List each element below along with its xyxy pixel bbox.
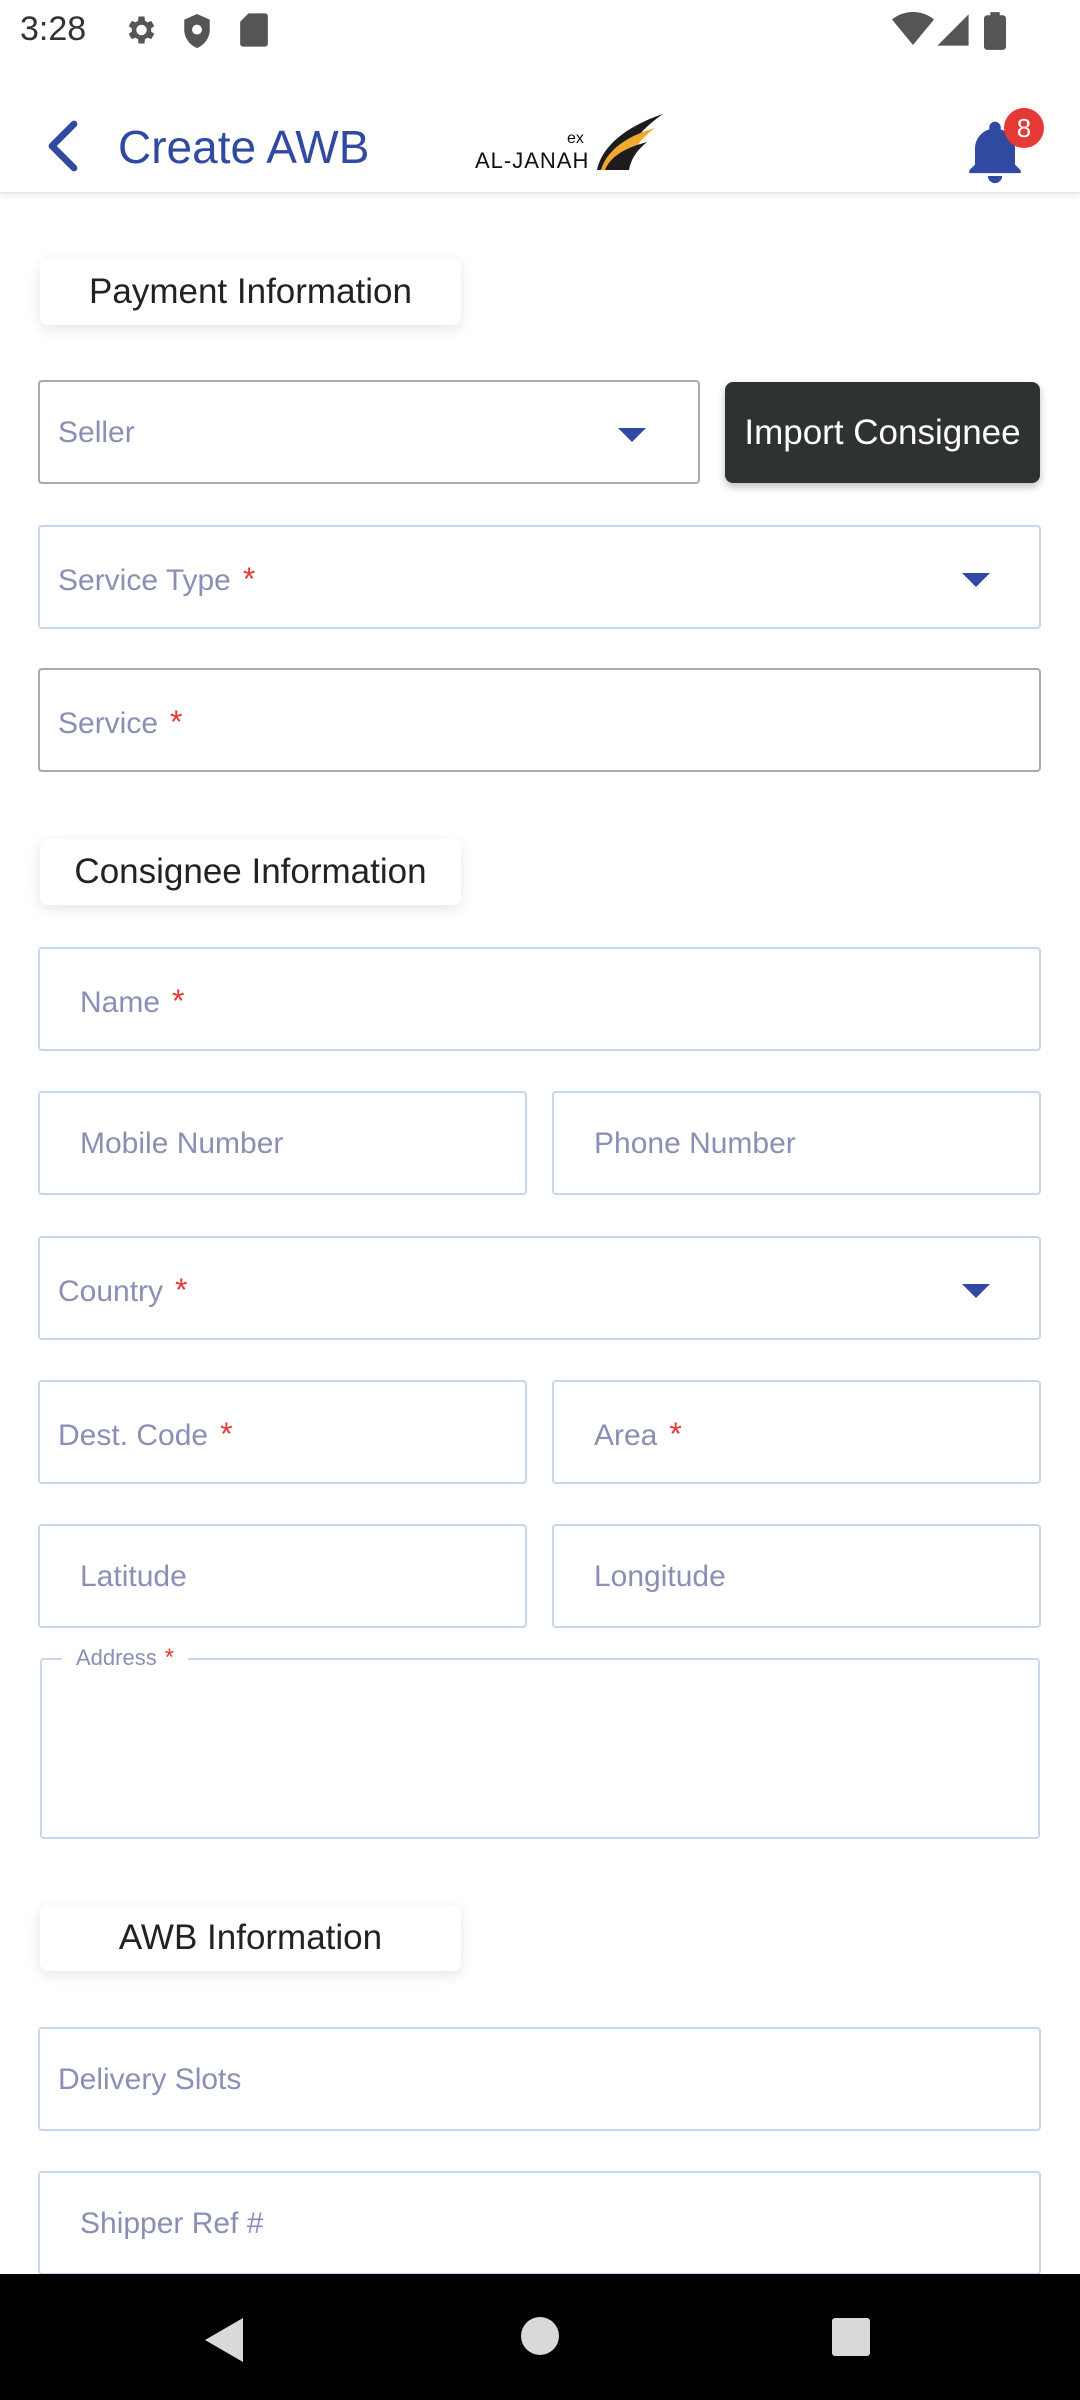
consignee-information-header: Consignee Information xyxy=(40,839,461,905)
shipper-ref-input[interactable]: Shipper Ref # xyxy=(38,2171,1041,2275)
country-label: Country xyxy=(58,1275,164,1308)
delivery-slots-label: Delivery Slots xyxy=(58,2063,242,2096)
chevron-down-icon xyxy=(962,1284,990,1298)
import-consignee-button[interactable]: Import Consignee xyxy=(725,382,1040,483)
status-bar: 3:28 xyxy=(0,0,1080,64)
seller-label: Seller xyxy=(58,416,135,449)
phone-number-input[interactable]: Phone Number xyxy=(552,1091,1041,1195)
wifi-icon xyxy=(892,12,934,45)
phone-number-label: Phone Number xyxy=(594,1127,796,1160)
longitude-label: Longitude xyxy=(594,1560,726,1593)
dest-code-input[interactable]: Dest. Code * xyxy=(38,1380,527,1484)
mobile-number-label: Mobile Number xyxy=(80,1127,284,1160)
notification-count-badge: 8 xyxy=(1004,108,1044,148)
battery-icon xyxy=(984,12,1006,50)
address-textarea[interactable]: Address * xyxy=(40,1644,1040,1839)
service-type-dropdown[interactable]: Service Type * xyxy=(38,525,1041,629)
required-asterisk: * xyxy=(669,1416,682,1452)
system-navigation-bar xyxy=(0,2274,1080,2400)
nav-back-icon[interactable] xyxy=(205,2318,243,2362)
sd-card-icon xyxy=(240,13,268,47)
status-time: 3:28 xyxy=(20,10,87,48)
service-field[interactable]: Service * xyxy=(38,668,1041,772)
latitude-label: Latitude xyxy=(80,1560,187,1593)
required-asterisk: * xyxy=(164,1644,175,1671)
page-title: Create AWB xyxy=(118,121,370,173)
nav-recents-icon[interactable] xyxy=(832,2318,870,2356)
seller-dropdown[interactable]: Seller xyxy=(38,380,700,484)
country-dropdown[interactable]: Country * xyxy=(38,1236,1041,1340)
required-asterisk: * xyxy=(220,1416,233,1452)
name-label: Name xyxy=(80,986,161,1019)
back-arrow-icon[interactable] xyxy=(40,118,88,174)
required-asterisk: * xyxy=(170,704,183,740)
dest-code-label: Dest. Code xyxy=(58,1419,209,1452)
delivery-slots-dropdown[interactable]: Delivery Slots xyxy=(38,2027,1041,2131)
awb-information-header: AWB Information xyxy=(40,1905,461,1971)
latitude-input[interactable]: Latitude xyxy=(38,1524,527,1628)
area-label: Area xyxy=(594,1419,658,1452)
nav-home-icon[interactable] xyxy=(521,2317,559,2355)
app-bar: Create AWB AL-JANAH ex 8 xyxy=(0,64,1080,194)
service-type-label: Service Type xyxy=(58,564,231,597)
required-asterisk: * xyxy=(242,561,256,597)
chevron-down-icon xyxy=(618,428,646,442)
payment-information-header: Payment Information xyxy=(40,259,461,325)
longitude-input[interactable]: Longitude xyxy=(552,1524,1041,1628)
cellular-signal-icon xyxy=(937,14,969,46)
address-label: Address xyxy=(76,1645,157,1670)
service-label: Service xyxy=(58,707,159,740)
area-input[interactable]: Area * xyxy=(552,1380,1041,1484)
required-asterisk: * xyxy=(172,983,185,1019)
al-janah-logo: AL-JANAH ex xyxy=(475,112,665,182)
settings-icon xyxy=(128,16,155,44)
mobile-number-input[interactable]: Mobile Number xyxy=(38,1091,527,1195)
shield-icon xyxy=(184,14,210,48)
name-input[interactable]: Name * xyxy=(38,947,1041,1051)
chevron-down-icon xyxy=(962,573,990,587)
required-asterisk: * xyxy=(175,1272,188,1308)
shipper-ref-label: Shipper Ref # xyxy=(80,2207,264,2240)
